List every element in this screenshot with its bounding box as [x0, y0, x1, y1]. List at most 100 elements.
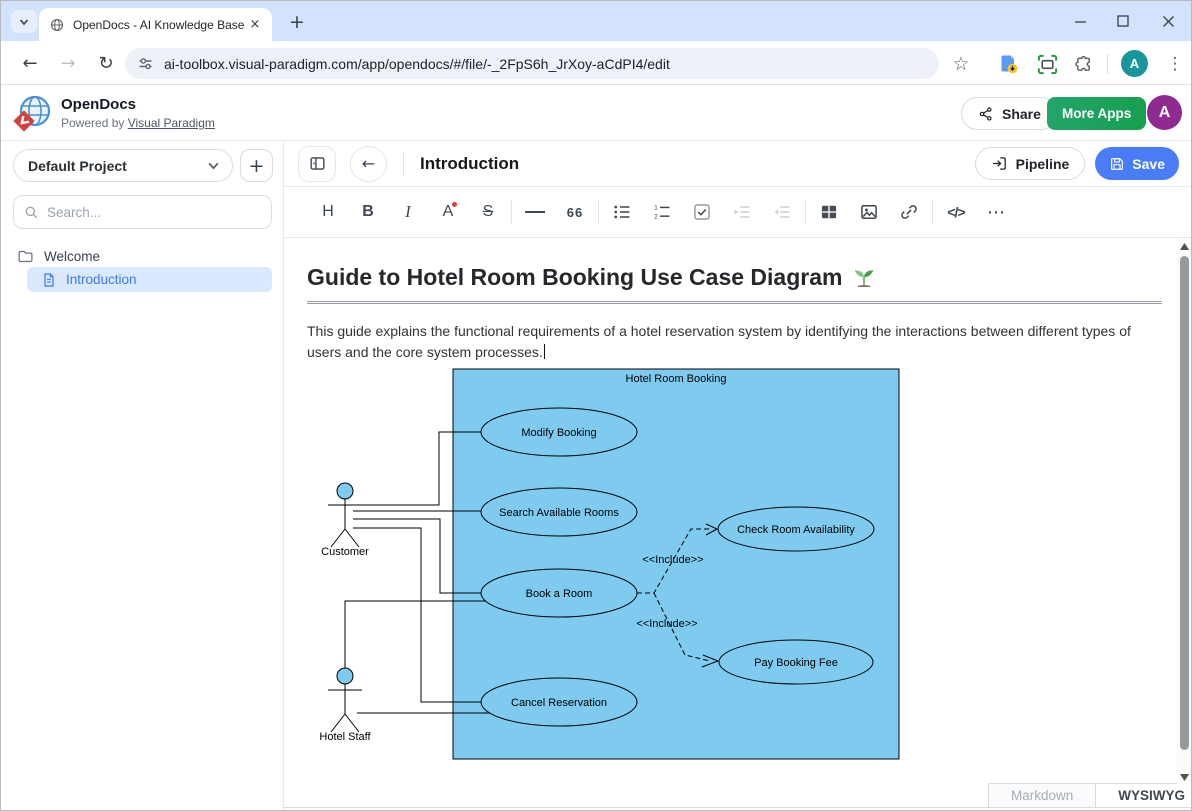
app-user-avatar[interactable]: A [1147, 95, 1182, 130]
browser-profile-avatar[interactable]: A [1121, 50, 1148, 77]
tab-close-icon[interactable]: × [246, 16, 264, 34]
sidebar-item-label: Welcome [44, 249, 100, 264]
extensions-button[interactable] [1067, 48, 1099, 80]
scroll-down-button[interactable] [1177, 770, 1191, 784]
window-maximize-button[interactable] [1104, 5, 1142, 37]
editor-toolbar: H B I A S 66 1 2 [284, 187, 1192, 238]
opendocs-logo [13, 93, 53, 133]
actor-label: Customer [321, 546, 369, 558]
bullet-list-button[interactable] [602, 195, 642, 229]
sidebar-search[interactable] [13, 195, 272, 229]
share-button[interactable]: Share [961, 97, 1058, 130]
vertical-scrollbar[interactable] [1177, 239, 1191, 784]
seedling-emoji [852, 266, 876, 290]
chevron-down-icon [207, 159, 220, 172]
docs-extension-icon[interactable] [993, 48, 1025, 80]
actor-label: Hotel Staff [319, 731, 371, 743]
outdent-button[interactable] [762, 195, 802, 229]
save-button[interactable]: Save [1095, 147, 1179, 180]
font-color-button[interactable]: A [428, 195, 468, 229]
capture-frame-icon [1036, 53, 1059, 76]
browser-back-button[interactable]: ← [13, 46, 47, 80]
svg-text:2: 2 [654, 214, 658, 221]
toolbar-divider [511, 200, 512, 224]
site-settings-icon[interactable] [137, 55, 154, 72]
numbered-list-button[interactable]: 1 2 [642, 195, 682, 229]
actor-customer: Customer [321, 483, 369, 558]
chevron-down-icon [18, 16, 30, 28]
visual-paradigm-link[interactable]: Visual Paradigm [128, 116, 215, 130]
address-bar[interactable]: ai-toolbox.visual-paradigm.com/app/opend… [125, 48, 939, 79]
document-download-icon [998, 53, 1020, 75]
back-button[interactable]: ← [350, 146, 387, 182]
sidebar-item-welcome[interactable]: Welcome [17, 245, 100, 267]
url-text: ai-toolbox.visual-paradigm.com/app/opend… [164, 56, 670, 72]
tab-search-button[interactable] [11, 10, 37, 33]
save-icon [1109, 156, 1125, 172]
blockquote-button[interactable]: 66 [555, 195, 595, 229]
document-heading-text: Guide to Hotel Room Booking Use Case Dia… [307, 264, 842, 291]
content-bottom-border [284, 807, 1192, 808]
folder-icon [17, 248, 34, 265]
document-icon [41, 272, 57, 288]
tab-wysiwyg[interactable]: WYSIWYG [1096, 783, 1192, 807]
panel-collapse-icon [308, 154, 327, 173]
image-icon [859, 202, 879, 222]
add-document-button[interactable]: + [240, 149, 273, 182]
toolbar-divider [932, 200, 933, 224]
insert-link-button[interactable] [889, 195, 929, 229]
document-header: ← Introduction Pipeline Save [284, 141, 1192, 187]
pipeline-button[interactable]: Pipeline [975, 147, 1086, 180]
header-divider [403, 151, 404, 177]
scrollbar-thumb[interactable] [1180, 256, 1189, 750]
strikethrough-button[interactable]: S [468, 195, 508, 229]
more-apps-label: More Apps [1062, 106, 1131, 121]
project-selector[interactable]: Default Project [13, 149, 233, 182]
insert-table-button[interactable] [809, 195, 849, 229]
horizontal-rule-button[interactable] [515, 195, 555, 229]
heading-button[interactable]: H [308, 195, 348, 229]
powered-by-text: Powered by [61, 116, 128, 130]
share-label: Share [1002, 106, 1041, 122]
collapse-sidebar-button[interactable] [298, 146, 336, 182]
pipeline-icon [991, 155, 1008, 172]
insert-image-button[interactable] [849, 195, 889, 229]
actor-hotel-staff: Hotel Staff [319, 668, 371, 743]
browser-forward-button[interactable]: → [51, 46, 85, 80]
more-apps-button[interactable]: More Apps [1047, 97, 1146, 130]
browser-tab[interactable]: OpenDocs - AI Knowledge Base × [39, 8, 272, 41]
window-close-button[interactable] [1149, 5, 1187, 37]
tab-markdown[interactable]: Markdown [988, 783, 1096, 807]
minimize-icon [1074, 15, 1087, 28]
outdent-icon [772, 202, 792, 222]
new-tab-button[interactable]: + [284, 10, 310, 34]
scroll-up-button[interactable] [1177, 239, 1191, 253]
use-case-diagram[interactable]: Hotel Room Booking Customer [307, 368, 907, 762]
use-case-label: Cancel Reservation [511, 697, 607, 709]
search-icon [24, 205, 39, 220]
browser-menu-kebab-icon[interactable]: ⋮ [1159, 48, 1191, 80]
horizontal-rule-icon [525, 211, 545, 213]
use-case-label: Search Available Rooms [499, 507, 619, 519]
indent-button[interactable] [722, 195, 762, 229]
browser-reload-button[interactable]: ↻ [89, 46, 123, 80]
browser-titlebar: OpenDocs - AI Knowledge Base × + [1, 1, 1192, 41]
search-input[interactable] [47, 205, 247, 220]
sidebar-item-introduction[interactable]: Introduction [27, 267, 272, 292]
indent-icon [732, 202, 752, 222]
italic-button[interactable]: I [388, 195, 428, 229]
bookmark-star-icon[interactable]: ☆ [945, 48, 977, 80]
scroll-down-icon [1180, 774, 1189, 781]
more-tools-button[interactable]: ⋯ [976, 195, 1016, 229]
code-block-button[interactable]: </> [936, 195, 976, 229]
bold-button[interactable]: B [348, 195, 388, 229]
use-case-label: Check Room Availability [737, 524, 855, 536]
maximize-icon [1117, 15, 1129, 27]
editor-mode-toggle: Markdown WYSIWYG [988, 783, 1192, 807]
editor-content[interactable]: Guide to Hotel Room Booking Use Case Dia… [284, 238, 1177, 809]
toolbar-separator [1107, 54, 1108, 74]
task-list-button[interactable] [682, 195, 722, 229]
window-minimize-button[interactable] [1061, 5, 1099, 37]
screenshot-extension-icon[interactable] [1031, 48, 1063, 80]
powered-by: Powered by Visual Paradigm [61, 116, 215, 130]
